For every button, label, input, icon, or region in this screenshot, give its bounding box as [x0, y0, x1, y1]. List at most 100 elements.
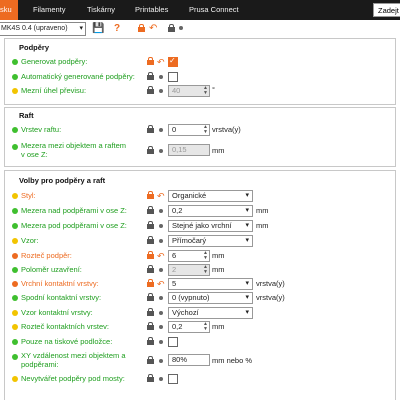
lock-icon[interactable] — [147, 265, 154, 273]
status-dot-icon — [12, 238, 18, 244]
bullet-icon[interactable] — [159, 296, 163, 300]
lock-icon[interactable] — [147, 251, 154, 259]
bullet-icon[interactable] — [159, 268, 163, 272]
bullet-icon[interactable] — [159, 325, 163, 329]
tab-filaments[interactable]: Filamenty — [33, 0, 66, 20]
top-z-select[interactable]: 0,2 ▾ — [168, 205, 253, 217]
bullet-icon[interactable] — [179, 26, 183, 30]
bullet-icon[interactable] — [159, 75, 163, 79]
row-raft-gap: Mezera mezi objektem a raftem v ose Z: 0… — [0, 141, 392, 161]
tab-printers[interactable]: Tiskárny — [87, 0, 115, 20]
xy-separation-input[interactable]: 80% — [168, 354, 210, 366]
field-value: 0,2 — [172, 206, 183, 215]
lock-icon[interactable] — [147, 125, 154, 133]
field-value: Přímočarý — [172, 236, 207, 245]
preset-label: MK4S 0.4 (upraveno) — [1, 25, 68, 32]
interface-pattern-select[interactable]: Výchozí ▾ — [168, 307, 253, 319]
field-label: Mezní úhel převisu: — [21, 86, 87, 95]
undo-icon[interactable]: ↶ — [157, 252, 165, 261]
bullet-icon[interactable] — [159, 239, 163, 243]
save-icon[interactable]: 💾 — [92, 23, 104, 35]
spinner-icon[interactable]: ▲ ▼ — [203, 125, 208, 135]
lock-icon[interactable] — [147, 57, 154, 65]
spinner-icon[interactable]: ▲ ▼ — [203, 86, 208, 96]
spinner-icon[interactable]: ▲ ▼ — [203, 251, 208, 261]
undo-icon[interactable]: ↶ — [157, 58, 165, 67]
lock-icon[interactable] — [147, 308, 154, 316]
interface-spacing-input[interactable]: 0,2 ▲ ▼ — [168, 321, 210, 333]
field-label: Rozteč kontaktních vrstev: — [21, 322, 109, 331]
bullet-icon[interactable] — [159, 89, 163, 93]
help-icon[interactable]: ? — [114, 23, 120, 35]
bottom-z-select[interactable]: Stejné jako vrchní ▾ — [168, 220, 253, 232]
bullet-icon[interactable] — [159, 359, 163, 363]
tab-print-settings[interactable]: sku — [0, 0, 18, 20]
bullet-icon[interactable] — [159, 209, 163, 213]
tab-printables[interactable]: Printables — [135, 0, 168, 20]
unit-label: ° — [212, 85, 215, 94]
field-label: Styl: — [21, 191, 36, 200]
unit-label: mm — [212, 146, 225, 155]
bullet-icon[interactable] — [159, 340, 163, 344]
overhang-angle-input[interactable]: 40 ▲ ▼ — [168, 85, 210, 97]
chevron-down-icon: ▾ — [245, 237, 249, 244]
undo-icon[interactable]: ↶ — [157, 192, 165, 201]
status-dot-icon — [12, 127, 18, 133]
lock-icon[interactable] — [147, 374, 154, 382]
generate-supports-checkbox[interactable] — [168, 56, 178, 67]
lock-icon[interactable] — [147, 356, 154, 364]
spinner-icon[interactable]: ▲ ▼ — [203, 265, 208, 275]
row-top-z: Mezera nad podpěrami v ose Z: 0,2 ▾ mm — [0, 205, 392, 219]
lock-icon[interactable] — [147, 72, 154, 80]
chevron-down-icon: ▾ — [245, 294, 249, 301]
auto-supports-checkbox[interactable] — [168, 72, 178, 82]
lock-icon[interactable] — [147, 236, 154, 244]
spacing-input[interactable]: 6 ▲ ▼ — [168, 250, 210, 262]
buildplate-only-checkbox[interactable] — [168, 337, 178, 347]
field-label: Vzor kontaktní vrstvy: — [21, 308, 93, 317]
closing-radius-input[interactable]: 2 ▲ ▼ — [168, 264, 210, 276]
undo-icon[interactable]: ↶ — [157, 280, 165, 289]
lock-icon[interactable] — [147, 293, 154, 301]
lock-icon[interactable] — [147, 337, 154, 345]
lock-icon[interactable] — [147, 206, 154, 214]
unit-label: mm nebo % — [212, 356, 253, 365]
row-style: Styl: ↶ Organické ▾ — [0, 190, 392, 204]
lock-icon[interactable] — [147, 221, 154, 229]
lock-icon[interactable] — [147, 279, 154, 287]
status-dot-icon — [12, 295, 18, 301]
row-overhang-angle: Mezní úhel převisu: 40 ▲ ▼ ° — [0, 85, 392, 99]
field-value: Stejné jako vrchní — [172, 221, 232, 230]
style-select[interactable]: Organické ▾ — [168, 190, 253, 202]
row-raft-layers: Vrstev raftu: 0 ▲ ▼ vrstva(y) — [0, 124, 392, 138]
raft-layers-input[interactable]: 0 ▲ ▼ — [168, 124, 210, 136]
field-value: 5 — [172, 279, 177, 288]
pattern-select[interactable]: Přímočarý ▾ — [168, 235, 253, 247]
top-interface-select[interactable]: 5 ▾ — [168, 278, 253, 290]
section-title-raft: Raft — [19, 111, 34, 120]
preset-select[interactable]: MK4S 0.4 (upraveno) ▾ — [0, 22, 86, 36]
row-top-interface: Vrchní kontaktní vrstvy: ↶ 5 ▾ vrstva(y) — [0, 278, 392, 292]
search-input[interactable]: Zadejt — [373, 3, 400, 17]
bullet-icon[interactable] — [159, 377, 163, 381]
bottom-interface-select[interactable]: 0 (vypnuto) ▾ — [168, 292, 253, 304]
row-auto-supports: Automatický generované podpěry: — [0, 71, 392, 85]
raft-gap-input[interactable]: 0,15 — [168, 144, 210, 156]
field-value: 0,2 — [172, 322, 183, 331]
lock-icon[interactable] — [147, 86, 154, 94]
bullet-icon[interactable] — [159, 149, 163, 153]
lock-icon[interactable] — [147, 146, 154, 154]
status-dot-icon — [12, 339, 18, 345]
field-label: XY vzdálenost mezi objektem a podpěrami: — [21, 351, 126, 369]
row-bottom-interface: Spodní kontaktní vrstvy: 0 (vypnuto) ▾ v… — [0, 292, 392, 306]
undo-icon[interactable]: ↶ — [149, 23, 157, 35]
bullet-icon[interactable] — [159, 128, 163, 132]
tab-prusa-connect[interactable]: Prusa Connect — [189, 0, 239, 20]
spinner-icon[interactable]: ▲ ▼ — [203, 322, 208, 332]
bullet-icon[interactable] — [159, 311, 163, 315]
lock-icon[interactable] — [147, 191, 154, 199]
dont-support-bridges-checkbox[interactable] — [168, 374, 178, 384]
field-value: 2 — [172, 265, 177, 274]
bullet-icon[interactable] — [159, 224, 163, 228]
lock-icon[interactable] — [147, 322, 154, 330]
